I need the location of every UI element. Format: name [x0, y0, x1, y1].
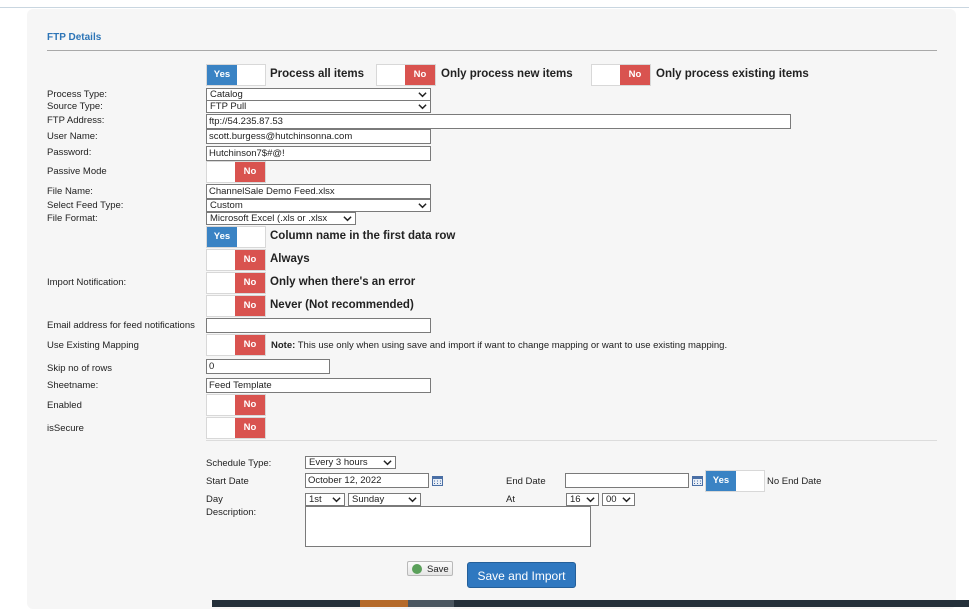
- schedule-divider: [206, 440, 937, 441]
- taskbar: [212, 600, 969, 607]
- password-input[interactable]: Hutchinson7$#@!: [206, 146, 431, 161]
- notif-always-label: Always: [270, 253, 310, 265]
- notif-never-toggle[interactable]: No: [206, 295, 266, 317]
- notif-error-label: Only when there's an error: [270, 276, 416, 288]
- use-existing-mapping-label: Use Existing Mapping: [47, 340, 139, 351]
- checkmark-icon: [412, 564, 422, 574]
- process-new-label: Only process new items: [441, 68, 573, 80]
- ftp-address-label: FTP Address:: [47, 115, 105, 126]
- is-secure-label: isSecure: [47, 423, 84, 434]
- chevron-down-icon: [343, 216, 352, 222]
- file-format-label: File Format:: [47, 213, 98, 224]
- end-date-input[interactable]: [565, 473, 689, 488]
- schedule-type-label: Schedule Type:: [206, 458, 272, 469]
- chevron-down-icon: [418, 203, 427, 209]
- file-format-select[interactable]: Microsoft Excel (.xls or .xlsx: [206, 212, 356, 225]
- section-title: FTP Details: [47, 32, 102, 43]
- mapping-note: Note: This use only when using save and …: [271, 340, 728, 351]
- ftp-address-input[interactable]: ftp://54.235.87.53: [206, 114, 791, 129]
- use-existing-mapping-toggle[interactable]: No: [206, 334, 266, 356]
- taskbar-item[interactable]: [360, 600, 408, 607]
- passive-mode-label: Passive Mode: [47, 166, 107, 177]
- chevron-down-icon: [418, 104, 427, 110]
- enabled-toggle[interactable]: No: [206, 394, 266, 416]
- feed-type-label: Select Feed Type:: [47, 200, 124, 211]
- process-existing-label: Only process existing items: [656, 68, 809, 80]
- sheetname-input[interactable]: Feed Template: [206, 378, 431, 393]
- at-label: At: [506, 494, 515, 505]
- start-date-input[interactable]: October 12, 2022: [305, 473, 429, 488]
- day-label: Day: [206, 494, 223, 505]
- chevron-down-icon: [332, 497, 341, 503]
- chevron-down-icon: [622, 497, 631, 503]
- taskbar-item[interactable]: [408, 600, 454, 607]
- skip-rows-input[interactable]: 0: [206, 359, 330, 374]
- source-type-select[interactable]: FTP Pull: [206, 100, 431, 113]
- chevron-down-icon: [383, 460, 392, 466]
- notif-error-toggle[interactable]: No: [206, 272, 266, 294]
- end-date-label: End Date: [506, 476, 546, 487]
- start-date-label: Start Date: [206, 476, 249, 487]
- day-ordinal-select[interactable]: 1st: [305, 493, 345, 506]
- chevron-down-icon: [418, 92, 427, 98]
- import-notification-label: Import Notification:: [47, 277, 127, 288]
- process-type-label: Process Type:: [47, 89, 108, 100]
- enabled-label: Enabled: [47, 400, 82, 411]
- chevron-down-icon: [408, 497, 417, 503]
- schedule-type-select[interactable]: Every 3 hours: [305, 456, 396, 469]
- chevron-down-icon: [586, 497, 595, 503]
- column-name-toggle[interactable]: Yes: [206, 226, 266, 248]
- source-type-label: Source Type:: [47, 101, 103, 112]
- process-new-toggle[interactable]: No: [376, 64, 436, 86]
- column-name-label: Column name in the first data row: [270, 230, 456, 242]
- minute-select[interactable]: 00: [602, 493, 635, 506]
- section-divider: [47, 50, 937, 51]
- user-name-input[interactable]: scott.burgess@hutchinsonna.com: [206, 129, 431, 144]
- no-end-date-toggle[interactable]: Yes: [705, 470, 765, 492]
- no-end-date-label: No End Date: [767, 476, 822, 487]
- description-textarea[interactable]: [305, 506, 591, 547]
- save-and-import-button[interactable]: Save and Import: [467, 562, 576, 588]
- sheetname-label: Sheetname:: [47, 380, 99, 391]
- top-border: [0, 7, 969, 8]
- calendar-icon[interactable]: [692, 475, 703, 486]
- hour-select[interactable]: 16: [566, 493, 599, 506]
- passive-mode-toggle[interactable]: No: [206, 161, 266, 183]
- file-name-label: File Name:: [47, 186, 93, 197]
- day-weekday-select[interactable]: Sunday: [348, 493, 421, 506]
- process-existing-toggle[interactable]: No: [591, 64, 651, 86]
- process-all-label: Process all items: [270, 68, 364, 80]
- file-name-input[interactable]: ChannelSale Demo Feed.xlsx: [206, 184, 431, 199]
- email-input[interactable]: [206, 318, 431, 333]
- skip-rows-label: Skip no of rows: [47, 363, 112, 374]
- notif-never-label: Never (Not recommended): [270, 299, 414, 311]
- feed-type-select[interactable]: Custom: [206, 199, 431, 212]
- description-label: Description:: [206, 507, 257, 518]
- user-name-label: User Name:: [47, 131, 98, 142]
- process-all-toggle[interactable]: Yes: [206, 64, 266, 86]
- notif-always-toggle[interactable]: No: [206, 249, 266, 271]
- calendar-icon[interactable]: [432, 475, 443, 486]
- email-label: Email address for feed notifications: [47, 320, 195, 331]
- is-secure-toggle[interactable]: No: [206, 417, 266, 439]
- password-label: Password:: [47, 147, 92, 158]
- save-button[interactable]: Save: [407, 561, 453, 576]
